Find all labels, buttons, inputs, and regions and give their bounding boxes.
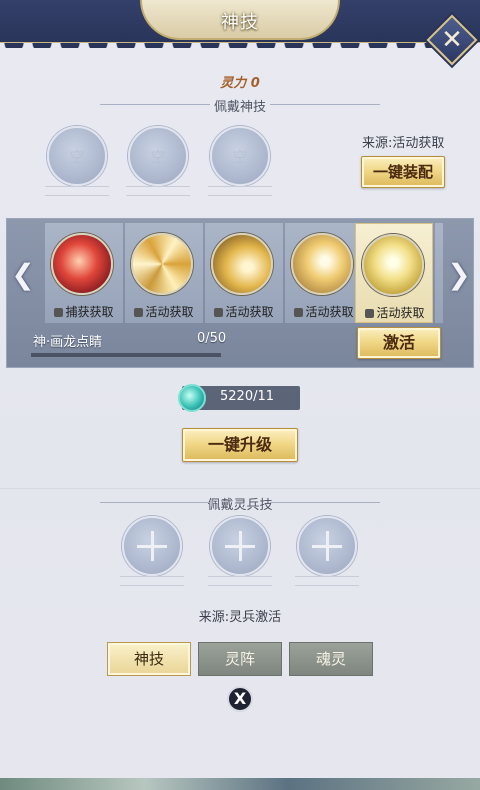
lock-icon [134, 308, 144, 317]
skill-slot-1-label: 空 [69, 148, 85, 166]
activate-button[interactable]: 激活 [357, 327, 441, 359]
skill-card-partial[interactable] [435, 223, 443, 323]
card-label-text: 捕获获取 [65, 305, 114, 319]
slot-base [208, 576, 272, 586]
header-cloud-border [0, 42, 480, 64]
currency-amount: 5220/11 [220, 389, 275, 404]
golden-swirl-skill-icon [131, 233, 193, 295]
skill-card[interactable]: 活动获取 [205, 223, 283, 323]
card-label: 活动获取 [125, 303, 203, 320]
equip-all-button[interactable]: 一键装配 [361, 156, 445, 188]
golden-burst-skill-icon [291, 233, 353, 295]
tab-soul-spirit[interactable]: 魂灵 [289, 642, 373, 676]
upgrade-all-button[interactable]: 一键升级 [182, 428, 298, 462]
selected-skill-name: 神·画龙点睛 [33, 335, 103, 350]
section-divider [0, 488, 480, 489]
skill-card-strip: 捕获获取 活动获取 活动获取 活动获取 活动获取 [45, 219, 443, 327]
chevron-right-icon[interactable]: ❯ [447, 255, 471, 295]
golden-figure-skill-icon [362, 234, 424, 296]
red-flame-skill-icon [51, 233, 113, 295]
skill-card-selected[interactable]: 活动获取 [355, 223, 433, 323]
card-label-text: 活动获取 [225, 305, 274, 319]
card-label-text: 活动获取 [376, 306, 425, 320]
close-icon[interactable]: X [227, 686, 253, 712]
lock-icon [365, 309, 375, 318]
spirit-slot-3[interactable] [297, 516, 357, 576]
skill-card[interactable]: 活动获取 [125, 223, 203, 323]
card-label: 活动获取 [356, 304, 434, 321]
tab-spirit-array[interactable]: 灵阵 [198, 642, 282, 676]
skill-card[interactable]: 捕获获取 [45, 223, 123, 323]
skill-card[interactable]: 活动获取 [285, 223, 363, 323]
background-scenery [0, 778, 480, 790]
chevron-left-icon[interactable]: ❮ [11, 255, 35, 295]
equip-source-text: 来源:活动获取 [362, 136, 445, 151]
skill-carousel: ❮ ❯ 捕获获取 活动获取 活动获取 活动获取 活动获取 神·画龙点睛 0/50… [6, 218, 474, 368]
card-label-text: 活动获取 [305, 305, 354, 319]
lock-icon [214, 308, 224, 317]
skill-slot-3-label: 空 [232, 148, 248, 166]
golden-wave-skill-icon [211, 233, 273, 295]
close-icon: ✕ [441, 25, 463, 55]
slot-base [126, 186, 190, 196]
slot-base [295, 576, 359, 586]
spirit-source-text: 来源:灵兵激活 [198, 610, 282, 625]
slot-base [45, 186, 109, 196]
card-label: 捕获获取 [45, 303, 123, 320]
spirit-section-title: 佩戴灵兵技 [0, 494, 480, 513]
page-title: 神技 [221, 12, 259, 33]
jade-coin-icon [178, 384, 206, 412]
card-label: 活动获取 [285, 303, 363, 320]
spirit-slot-1[interactable] [122, 516, 182, 576]
slot-base [120, 576, 184, 586]
tab-divine-skill[interactable]: 神技 [107, 642, 191, 676]
spirit-slot-2[interactable] [210, 516, 270, 576]
skill-progress-bar [31, 353, 221, 357]
slot-base [208, 186, 272, 196]
skill-progress-text: 0/50 [197, 331, 227, 346]
lock-icon [294, 308, 304, 317]
equip-section-title: 佩戴神技 [0, 96, 480, 115]
card-label-text: 活动获取 [145, 305, 194, 319]
card-label: 活动获取 [205, 303, 283, 320]
power-label: 灵力 0 [220, 76, 260, 91]
lock-icon [54, 308, 64, 317]
skill-slot-2-label: 空 [150, 148, 166, 166]
